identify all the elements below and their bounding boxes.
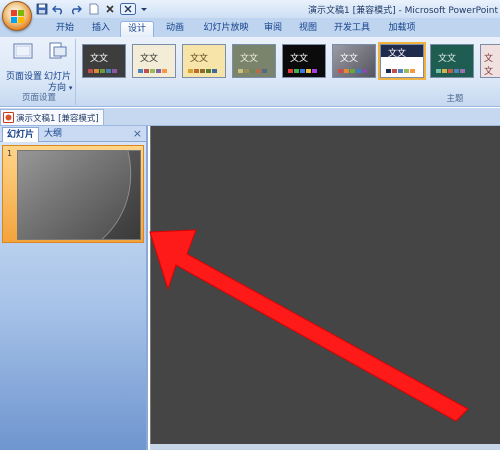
panel-tab-bar: 幻灯片 大纲 × [0,126,146,142]
theme-navy-banner[interactable]: 文文 [378,42,426,80]
office-button[interactable] [2,1,32,31]
theme-swatches [288,69,318,73]
slide-number: 1 [7,149,13,158]
tab-design[interactable]: 设计 [120,21,154,37]
theme-teal[interactable]: 文文 [430,44,474,78]
theme-swatches [138,69,168,73]
theme-swatches [338,69,368,73]
theme-swatches [188,69,218,73]
theme-sample-text: 文文 [340,54,359,64]
theme-sample-text: 文文 [240,54,259,64]
theme-sample-text: 文文 [140,54,159,64]
theme-swatches [238,69,268,73]
theme-paper[interactable]: 文文 [132,44,176,78]
document-tab[interactable]: 演示文稿1 [兼容模式] [0,109,104,125]
theme-sample-text: 文文 [484,54,494,77]
tab-animation[interactable]: 动画 [158,21,192,37]
office-logo-icon [11,10,24,23]
slide-canvas[interactable] [150,126,500,444]
theme-gray-gradient[interactable]: 文文 [332,44,376,78]
slide-thumbnail-art [18,151,132,239]
redo-icon[interactable] [70,3,82,15]
tab-outline[interactable]: 大纲 [40,127,66,142]
themes-group-label: 主题 [446,94,464,104]
theme-dark[interactable]: 文文 [82,44,126,78]
tab-insert[interactable]: 插入 [84,21,118,37]
tab-developer[interactable]: 开发工具 [328,21,376,37]
theme-gold[interactable]: 文文 [182,44,226,78]
page-setup-button[interactable]: 页面设置 [6,69,42,82]
new-document-icon[interactable] [88,3,100,15]
save-icon[interactable] [36,3,48,15]
page-setup-icon[interactable] [12,42,34,62]
theme-swatches [386,69,416,73]
theme-sample-text: 文文 [190,54,209,64]
slides-panel: 幻灯片 大纲 × 1 [0,126,148,450]
theme-black[interactable]: 文文 [282,44,326,78]
document-tab-strip: 演示文稿1 [兼容模式] [0,108,500,126]
close-doc-icon[interactable] [104,3,116,15]
tab-slideshow[interactable]: 幻灯片放映 [196,21,256,37]
theme-partial[interactable]: 文文 [480,44,500,78]
tab-addins[interactable]: 加载项 [382,21,422,37]
close-panel-icon[interactable]: × [133,127,142,140]
document-tab-label: 演示文稿1 [兼容模式] [16,113,99,124]
tab-home[interactable]: 开始 [48,21,82,37]
theme-sample-text: 文文 [388,49,407,59]
theme-olive[interactable]: 文文 [232,44,276,78]
powerpoint-doc-icon [3,112,14,123]
tab-view[interactable]: 视图 [292,21,324,37]
title-bar: 演示文稿1 [兼容模式] - Microsoft PowerPoint [0,0,500,31]
window-title: 演示文稿1 [兼容模式] - Microsoft PowerPoint [308,6,498,16]
slide-thumbnail-row[interactable]: 1 [2,145,144,243]
page-setup-group-label: 页面设置 [21,93,56,103]
customize-qat-icon[interactable] [140,3,148,15]
highlighted-qat-icon[interactable] [120,3,136,15]
theme-sample-text: 文文 [90,54,109,64]
tab-review[interactable]: 审阅 [258,21,288,37]
ribbon: 页面设置 幻灯片 方向 ▾ 页面设置 文文 文文 文文 文文 文文 文文 文文 … [0,37,500,107]
theme-sample-text: 文文 [290,54,309,64]
undo-icon[interactable] [52,3,64,15]
slide-orientation-icon[interactable] [46,42,68,62]
horizontal-scrollbar[interactable] [150,444,500,450]
slide-thumbnail[interactable] [17,150,141,240]
theme-swatches [88,69,118,73]
theme-sample-text: 文文 [438,54,457,64]
page-setup-group: 页面设置 幻灯片 方向 ▾ 页面设置 [2,39,76,105]
theme-swatches [436,69,466,73]
tab-slides[interactable]: 幻灯片 [2,127,40,142]
ribbon-tab-bar: 开始 插入 设计 动画 幻灯片放映 审阅 视图 开发工具 加载项 [0,18,500,37]
